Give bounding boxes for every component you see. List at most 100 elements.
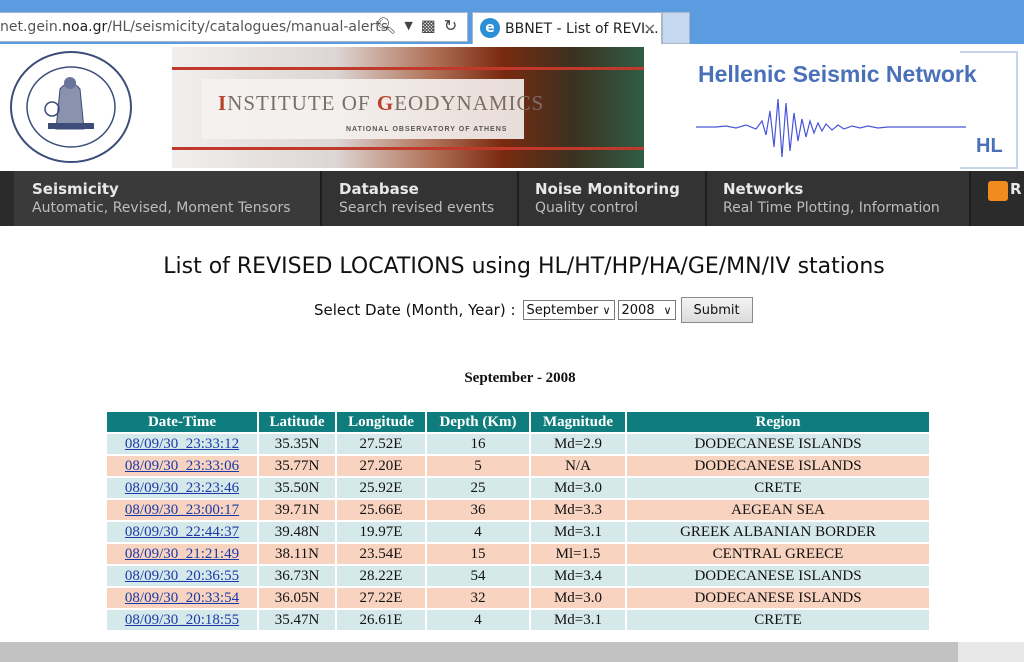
dropdown-arrow-icon[interactable]: ▼	[404, 16, 412, 35]
event-link[interactable]: 08/09/30_20:36:55	[125, 568, 239, 584]
cell-date-time: 08/09/30_22:44:37	[107, 522, 257, 542]
cell-depth: 4	[427, 522, 529, 542]
cell-depth: 5	[427, 456, 529, 476]
cell-depth: 16	[427, 434, 529, 454]
nav-item-seismicity[interactable]: Seismicity Automatic, Revised, Moment Te…	[14, 171, 322, 226]
banner-subtitle: NATIONAL OBSERVATORY OF ATHENS	[346, 126, 508, 133]
compatibility-view-icon[interactable]: ▩	[421, 16, 436, 35]
cell-region: DODECANESE ISLANDS	[627, 434, 929, 454]
cell-date-time: 08/09/30_20:18:55	[107, 610, 257, 630]
cell-region: DODECANESE ISLANDS	[627, 456, 929, 476]
nav-item-noise-monitoring[interactable]: Noise Monitoring Quality control	[519, 171, 707, 226]
table-row: 08/09/30_21:21:49 38.11N 23.54E 15 Ml=1.5 CEN…	[107, 544, 929, 564]
cell-latitude: 35.35N	[259, 434, 335, 454]
column-header-magnitude[interactable]: Magnitude	[531, 412, 625, 432]
banner-title: INSTITUTE OF GEODYNAMICS	[218, 91, 545, 115]
cell-magnitude: Md=3.0	[531, 588, 625, 608]
event-link[interactable]: 08/09/30_22:44:37	[125, 524, 239, 540]
cell-depth: 32	[427, 588, 529, 608]
cell-date-time: 08/09/30_23:23:46	[107, 478, 257, 498]
cell-region: AEGEAN SEA	[627, 500, 929, 520]
cell-latitude: 38.11N	[259, 544, 335, 564]
cell-magnitude: Md=3.4	[531, 566, 625, 586]
cell-latitude: 36.73N	[259, 566, 335, 586]
rss-icon[interactable]	[988, 181, 1008, 201]
event-link[interactable]: 08/09/30_20:18:55	[125, 612, 239, 628]
cell-longitude: 23.54E	[337, 544, 425, 564]
cell-magnitude: Md=3.1	[531, 522, 625, 542]
year-select[interactable]: 2008 ∨	[617, 300, 676, 320]
event-link[interactable]: 08/09/30_23:00:17	[125, 502, 239, 518]
cell-longitude: 26.61E	[337, 610, 425, 630]
cell-region: GREEK ALBANIAN BORDER	[627, 522, 929, 542]
event-link[interactable]: 08/09/30_23:23:46	[125, 480, 239, 496]
cell-latitude: 39.48N	[259, 522, 335, 542]
table-row: 08/09/30_20:33:54 36.05N 27.22E 32 Md=3.0 DOD…	[107, 588, 929, 608]
form-label: Select Date (Month, Year) :	[314, 301, 516, 319]
event-link[interactable]: 08/09/30_23:33:12	[125, 436, 239, 452]
cell-latitude: 35.50N	[259, 478, 335, 498]
column-header-latitude[interactable]: Latitude	[259, 412, 335, 432]
cell-magnitude: Md=3.3	[531, 500, 625, 520]
month-select[interactable]: September ∨	[522, 300, 615, 320]
main-nav: Seismicity Automatic, Revised, Moment Te…	[0, 171, 1024, 226]
table-row: 08/09/30_23:00:17 39.71N 25.66E 36 Md=3.3 AEG…	[107, 500, 929, 520]
cell-region: CRETE	[627, 478, 929, 498]
cell-date-time: 08/09/30_20:33:54	[107, 588, 257, 608]
table-row: 08/09/30_23:23:46 35.50N 25.92E 25 Md=3.0 CRE…	[107, 478, 929, 498]
event-link[interactable]: 08/09/30_23:33:06	[125, 458, 239, 474]
cell-magnitude: Md=3.1	[531, 610, 625, 630]
cell-date-time: 08/09/30_23:33:12	[107, 434, 257, 454]
site-header: INSTITUTE OF GEODYNAMICS NATIONAL OBSERV…	[0, 44, 1024, 170]
table-row: 08/09/30_22:44:37 39.48N 19.97E 4 Md=3.1 GREE…	[107, 522, 929, 542]
cell-magnitude: Ml=1.5	[531, 544, 625, 564]
cell-depth: 25	[427, 478, 529, 498]
column-header-date-time[interactable]: Date-Time	[107, 412, 257, 432]
tab-title: BBNET - List of REVI...	[505, 21, 659, 37]
nav-item-networks[interactable]: Networks Real Time Plotting, Information	[707, 171, 971, 226]
events-table: Date-Time Latitude Longitude Depth (Km) …	[105, 410, 931, 632]
event-link[interactable]: 08/09/30_20:33:54	[125, 590, 239, 606]
nav-item-database[interactable]: Database Search revised events	[322, 171, 519, 226]
table-row: 08/09/30_23:33:06 35.77N 27.20E 5 N/A DODECAN…	[107, 456, 929, 476]
table-row: 08/09/30_20:36:55 36.73N 28.22E 54 Md=3.4 DOD…	[107, 566, 929, 586]
column-header-longitude[interactable]: Longitude	[337, 412, 425, 432]
address-bar[interactable]: net.gein.noa.gr/HL/seismicity/catalogues…	[0, 12, 468, 42]
seismogram-icon	[696, 98, 966, 158]
column-header-depth[interactable]: Depth (Km)	[427, 412, 529, 432]
cell-region: CRETE	[627, 610, 929, 630]
column-header-region[interactable]: Region	[627, 412, 929, 432]
month-heading: September - 2008	[464, 370, 576, 386]
cell-magnitude: Md=2.9	[531, 434, 625, 454]
search-icon[interactable]: 🔍︎	[376, 16, 396, 35]
cell-latitude: 35.47N	[259, 610, 335, 630]
cell-magnitude: Md=3.0	[531, 478, 625, 498]
address-url[interactable]: net.gein.noa.gr/HL/seismicity/catalogues…	[0, 19, 388, 35]
cell-depth: 15	[427, 544, 529, 564]
date-select-form: Select Date (Month, Year) : September ∨ 2…	[314, 297, 753, 323]
new-tab-button[interactable]	[662, 12, 690, 44]
institute-banner: INSTITUTE OF GEODYNAMICS NATIONAL OBSERV…	[172, 47, 644, 168]
browser-tab[interactable]: e BBNET - List of REVI... ×	[472, 12, 662, 44]
cell-date-time: 08/09/30_23:33:06	[107, 456, 257, 476]
cell-longitude: 25.92E	[337, 478, 425, 498]
scrollbar-thumb[interactable]	[0, 642, 958, 662]
refresh-icon[interactable]: ↻	[444, 16, 457, 35]
ie-favicon-icon: e	[480, 18, 500, 38]
network-title: Hellenic Seismic Network	[698, 61, 977, 87]
cell-depth: 54	[427, 566, 529, 586]
submit-button[interactable]: Submit	[680, 297, 753, 323]
network-logo: Hellenic Seismic Network HL	[690, 47, 1020, 169]
network-code: HL	[976, 135, 1003, 157]
observatory-seal-logo	[10, 51, 132, 163]
cell-magnitude: N/A	[531, 456, 625, 476]
table-row: 08/09/30_20:18:55 35.47N 26.61E 4 Md=3.1 CRET…	[107, 610, 929, 630]
table-row: 08/09/30_23:33:12 35.35N 27.52E 16 Md=2.9 DOD…	[107, 434, 929, 454]
event-link[interactable]: 08/09/30_21:21:49	[125, 546, 239, 562]
chevron-down-icon: ∨	[663, 303, 672, 317]
page-title: List of REVISED LOCATIONS using HL/HT/HP…	[163, 254, 885, 279]
chevron-down-icon: ∨	[602, 303, 611, 317]
nav-item-rss-label[interactable]: R	[1010, 180, 1022, 198]
cell-region: CENTRAL GREECE	[627, 544, 929, 564]
tab-close-icon[interactable]: ×	[643, 19, 656, 38]
